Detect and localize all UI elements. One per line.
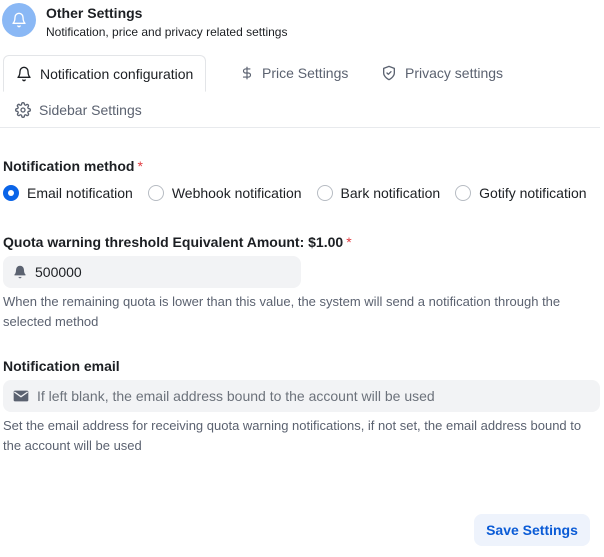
- save-settings-button[interactable]: Save Settings: [474, 514, 590, 546]
- settings-page: Other Settings Notification, price and p…: [0, 0, 604, 557]
- tab-notification-configuration[interactable]: Notification configuration: [3, 55, 207, 92]
- email-placeholder[interactable]: If left blank, the email address bound t…: [37, 388, 435, 404]
- tab-price-settings[interactable]: Price Settings: [228, 55, 360, 91]
- radio-label: Bark notification: [340, 185, 441, 201]
- required-mark: *: [346, 234, 352, 250]
- tab-sidebar-settings[interactable]: Sidebar Settings: [3, 92, 154, 128]
- required-mark: *: [137, 158, 143, 174]
- quota-threshold-value[interactable]: 500000: [35, 264, 82, 280]
- page-subtitle: Notification, price and privacy related …: [46, 25, 288, 39]
- bell-icon: [17, 66, 31, 81]
- quota-threshold-input[interactable]: 500000: [3, 256, 301, 288]
- radio-dot[interactable]: [3, 185, 19, 201]
- shield-icon: [383, 65, 395, 81]
- radio-label: Webhook notification: [171, 185, 302, 201]
- radio-dot[interactable]: [316, 185, 333, 201]
- field-label-text: Quota warning threshold Equivalent Amoun…: [3, 234, 344, 250]
- page-title: Other Settings: [46, 5, 143, 21]
- mail-icon: [13, 390, 29, 402]
- radio-email-notification[interactable]: Email notification: [3, 185, 133, 201]
- gear-icon: [15, 102, 31, 118]
- field-label-text: Notification email: [3, 358, 120, 374]
- radio-dot[interactable]: [147, 185, 164, 201]
- notification-email-help: Set the email address for receiving quot…: [3, 418, 582, 453]
- tab-label: Notification configuration: [40, 65, 194, 82]
- page-header: Other Settings Notification, price and p…: [2, 3, 287, 40]
- radio-label: Email notification: [27, 185, 133, 201]
- tab-privacy-settings[interactable]: Privacy settings: [369, 55, 515, 91]
- radio-label: Gotify notification: [479, 185, 587, 201]
- dollar-icon: [242, 66, 252, 80]
- radio-webhook-notification[interactable]: Webhook notification: [147, 185, 302, 201]
- tab-label: Sidebar Settings: [39, 102, 142, 118]
- quota-threshold-label: Quota warning threshold Equivalent Amoun…: [3, 234, 352, 250]
- tabs-divider: [0, 127, 600, 128]
- notification-method-radio-group: Email notification Webhook notification …: [3, 185, 587, 201]
- radio-gotify-notification[interactable]: Gotify notification: [455, 185, 587, 201]
- radio-bark-notification[interactable]: Bark notification: [316, 185, 441, 201]
- bell-icon: [14, 265, 26, 279]
- tab-label: Price Settings: [262, 65, 349, 81]
- radio-dot[interactable]: [455, 185, 472, 201]
- tab-label: Privacy settings: [405, 65, 504, 81]
- notification-method-label: Notification method *: [3, 158, 143, 174]
- bell-icon: [2, 3, 36, 37]
- quota-threshold-help: When the remaining quota is lower than t…: [3, 294, 561, 329]
- notification-email-input[interactable]: If left blank, the email address bound t…: [3, 380, 600, 412]
- notification-email-label: Notification email: [3, 358, 120, 374]
- field-label-text: Notification method: [3, 158, 135, 174]
